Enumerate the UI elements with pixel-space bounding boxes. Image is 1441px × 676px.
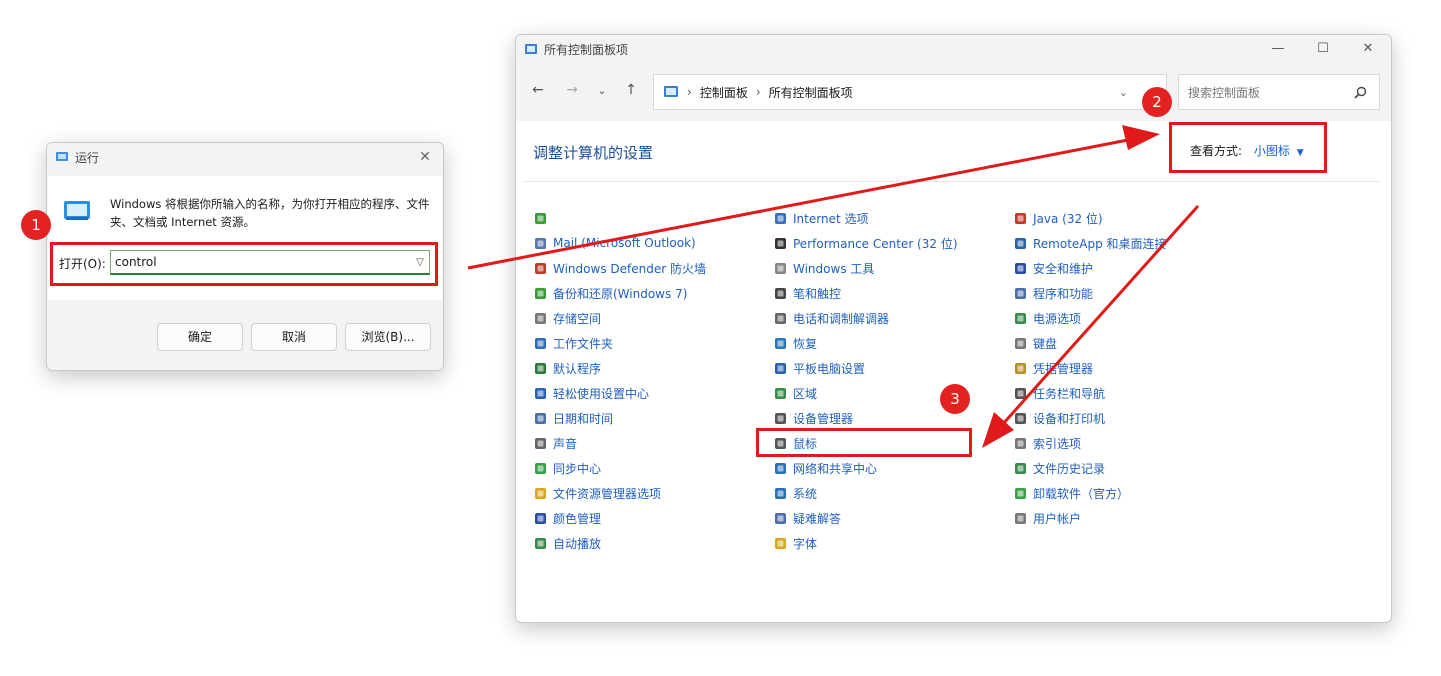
step-badge-1: 1 bbox=[21, 210, 51, 240]
step-badge-3: 3 bbox=[940, 384, 970, 414]
step-badge-2: 2 bbox=[1142, 87, 1172, 117]
highlight-mouse-item bbox=[756, 428, 972, 457]
highlight-open-input bbox=[50, 242, 438, 286]
arrow-line-to-mouse bbox=[1000, 204, 1200, 427]
annotation-arrows bbox=[467, 125, 1200, 448]
highlight-view-by bbox=[1169, 122, 1327, 173]
arrow-line-to-viewby bbox=[467, 138, 1129, 270]
arrowhead-to-viewby bbox=[1122, 125, 1160, 150]
